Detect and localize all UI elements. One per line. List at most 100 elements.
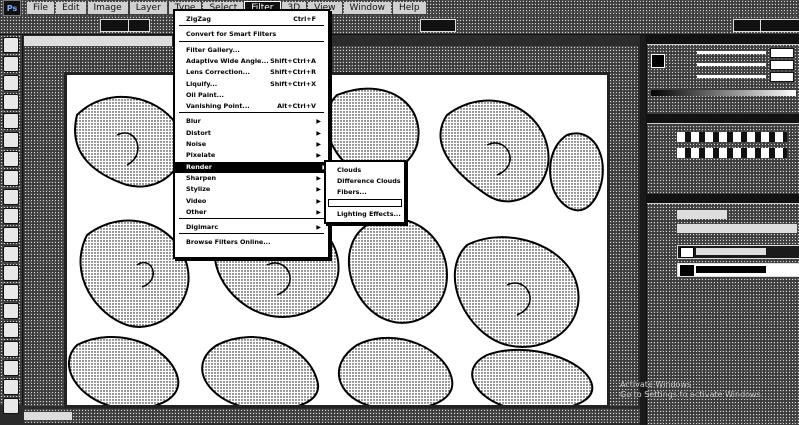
render-submenu-item[interactable]: Clouds: [337, 166, 398, 175]
adjustments-panel-header[interactable]: [647, 114, 799, 124]
filter-menu-item-label: Other: [186, 207, 207, 216]
type-tool-icon[interactable]: [3, 322, 19, 338]
render-submenu-item[interactable]: Difference Clouds: [337, 177, 401, 186]
render-submenu-item[interactable]: Lighting Effects...: [337, 210, 401, 219]
filter-menu-item[interactable]: Blur ▶: [186, 117, 322, 126]
filter-menu-item[interactable]: Lens Correction... Shift+Ctrl+R: [186, 68, 322, 77]
lasso-tool-icon[interactable]: [3, 75, 19, 91]
menu-layer[interactable]: Layer: [129, 2, 167, 14]
options-bar: [0, 16, 799, 35]
healing-brush-tool-icon[interactable]: [3, 151, 19, 167]
filter-menu-item[interactable]: Vanishing Point... Alt+Ctrl+V: [186, 102, 322, 111]
workspace-switcher[interactable]: [760, 19, 799, 32]
filter-menu-item[interactable]: Distort ▶: [186, 129, 322, 138]
filter-menu-item[interactable]: Digimarc ▶: [186, 223, 322, 232]
option-button[interactable]: [420, 19, 456, 32]
right-panels: [646, 35, 799, 425]
menu-image[interactable]: Image: [87, 2, 128, 14]
filter-menu-item[interactable]: Liquify... Shift+Ctrl+X: [186, 80, 322, 89]
quick-select-tool-icon[interactable]: [3, 94, 19, 110]
tools-panel: [0, 35, 23, 414]
filter-menu-item[interactable]: ZigZag Ctrl+F: [186, 15, 322, 24]
photoshop-logo-icon: Ps: [3, 0, 21, 16]
filter-menu-item-label: Video: [186, 196, 207, 205]
canvas-area[interactable]: [24, 46, 638, 408]
dodge-tool-icon[interactable]: [3, 284, 19, 300]
filter-menu-item-label: Noise: [186, 140, 207, 148]
brush-tool-icon[interactable]: [3, 170, 19, 186]
history-brush-tool-icon[interactable]: [3, 208, 19, 224]
submenu-arrow-icon: ▶: [316, 208, 321, 216]
layer-thumbnail: [680, 265, 694, 276]
layer-filter-dropdown[interactable]: [677, 210, 727, 219]
zoom-level-box[interactable]: [24, 412, 72, 420]
submenu-arrow-icon: ▶: [316, 197, 321, 205]
watermark-line1: Activate Windows: [620, 380, 692, 389]
filter-menu-item[interactable]: Sharpen ▶: [186, 174, 322, 183]
foreground-color-swatch[interactable]: [651, 54, 665, 68]
blur-tool-icon[interactable]: [3, 265, 19, 281]
filter-menu-item-label: Sharpen: [186, 173, 217, 182]
path-selection-tool-icon[interactable]: [3, 341, 19, 357]
layer-row[interactable]: [677, 263, 799, 277]
adjustment-icons-row-1[interactable]: [677, 132, 787, 142]
filter-menu-item[interactable]: Filter Gallery...: [186, 46, 322, 55]
gradient-tool-icon[interactable]: [3, 246, 19, 262]
filter-menu-item[interactable]: Browse Filters Online...: [186, 238, 322, 247]
submenu-blank-item[interactable]: [328, 199, 402, 207]
layer-row[interactable]: [677, 245, 799, 259]
menu-separator: [179, 218, 324, 220]
filter-menu-item-label: Blur: [186, 117, 201, 126]
status-bar: [24, 409, 640, 423]
color-slider-b[interactable]: [667, 72, 796, 82]
texture-image: [67, 87, 604, 405]
filter-menu-item-label: Adaptive Wide Angle...: [186, 56, 269, 65]
menu-file[interactable]: File: [27, 2, 55, 14]
color-ramp[interactable]: [651, 90, 796, 96]
color-panel: [647, 48, 799, 88]
filter-menu-item[interactable]: Oil Paint...: [186, 91, 322, 100]
activation-watermark: Activate Windows Go to Settings to activ…: [620, 380, 763, 400]
eraser-tool-icon[interactable]: [3, 227, 19, 243]
color-slider-g[interactable]: [667, 60, 796, 70]
option-button[interactable]: [100, 19, 130, 32]
blend-mode-dropdown[interactable]: [677, 224, 797, 233]
layers-panel-header[interactable]: [647, 194, 799, 204]
filter-menu-item[interactable]: Video ▶: [186, 197, 322, 206]
filter-menu-item-label: Vanishing Point...: [186, 102, 250, 111]
document-tab[interactable]: [24, 36, 172, 46]
menu-separator: [179, 112, 324, 114]
marquee-tool-icon[interactable]: [3, 56, 19, 72]
filter-menu-item[interactable]: Convert for Smart Filters: [186, 30, 322, 39]
crop-tool-icon[interactable]: [3, 113, 19, 129]
filter-menu-item-label: Stylize: [186, 185, 211, 194]
hand-tool-icon[interactable]: [3, 379, 19, 395]
shape-tool-icon[interactable]: [3, 360, 19, 376]
menu-edit[interactable]: Edit: [56, 2, 86, 14]
filter-menu-item[interactable]: Render▶: [175, 161, 328, 173]
submenu-arrow-icon: ▶: [316, 129, 321, 137]
filter-menu-item[interactable]: Adaptive Wide Angle... Shift+Ctrl+A: [186, 57, 322, 66]
filter-menu-item[interactable]: Other ▶: [186, 208, 322, 217]
submenu-arrow-icon: ▶: [316, 174, 321, 182]
color-slider-r[interactable]: [667, 48, 796, 58]
clone-stamp-tool-icon[interactable]: [3, 189, 19, 205]
filter-menu-item-label: Convert for Smart Filters: [186, 30, 277, 39]
render-submenu-item[interactable]: Fibers...: [337, 188, 398, 197]
submenu-arrow-icon: ▶: [316, 118, 321, 126]
eyedropper-tool-icon[interactable]: [3, 132, 19, 148]
option-button[interactable]: [128, 19, 150, 32]
shortcut-label: Shift+Ctrl+A: [270, 56, 316, 65]
pen-tool-icon[interactable]: [3, 303, 19, 319]
filter-menu-item-label: Digimarc: [186, 223, 219, 232]
menu-window[interactable]: Window: [343, 2, 392, 14]
color-panel-header[interactable]: [647, 35, 799, 45]
filter-menu-item[interactable]: Pixelate ▶: [186, 151, 322, 160]
document-canvas[interactable]: [64, 72, 610, 408]
adjustment-icons-row-2[interactable]: [677, 148, 787, 158]
menu-help[interactable]: Help: [393, 2, 426, 14]
filter-menu-item[interactable]: Noise ▶: [186, 140, 322, 149]
filter-menu-item[interactable]: Stylize ▶: [186, 185, 322, 194]
move-tool-icon[interactable]: [3, 37, 19, 53]
zoom-tool-icon[interactable]: [3, 398, 19, 414]
